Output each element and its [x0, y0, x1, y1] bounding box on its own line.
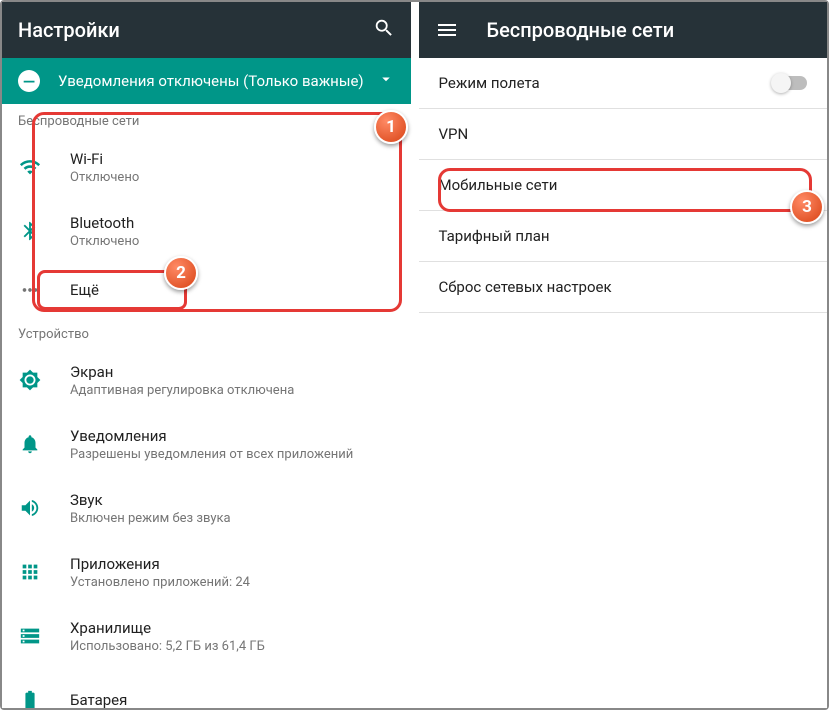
divider: [419, 312, 828, 313]
display-sub: Адаптивная регулировка отключена: [70, 383, 395, 398]
bluetooth-item[interactable]: Bluetooth Отключено: [2, 199, 411, 263]
more-item[interactable]: Ещё: [2, 263, 411, 317]
more-title: Ещё: [70, 281, 395, 299]
bell-icon: [18, 432, 42, 456]
apps-title: Приложения: [70, 555, 395, 573]
plan-title: Тарифный план: [439, 227, 808, 245]
search-icon[interactable]: [373, 17, 395, 43]
sound-title: Звук: [70, 491, 395, 509]
vpn-item[interactable]: VPN: [419, 109, 828, 159]
apps-icon: [18, 560, 42, 584]
bluetooth-title: Bluetooth: [70, 214, 395, 232]
notifications-sub: Разрешены уведомления от всех приложений: [70, 447, 395, 462]
notifications-title: Уведомления: [70, 427, 395, 445]
reset-title: Сброс сетевых настроек: [439, 278, 808, 296]
callout-1: 1: [374, 110, 408, 144]
storage-sub: Использовано: 5,2 ГБ из 61,4 ГБ: [70, 639, 395, 654]
airplane-toggle[interactable]: [773, 76, 807, 90]
sound-sub: Включен режим без звука: [70, 511, 395, 526]
settings-appbar: Настройки: [2, 2, 411, 58]
display-title: Экран: [70, 363, 395, 381]
mobile-title: Мобильные сети: [439, 176, 808, 194]
section-wireless: Беспроводные сети: [2, 104, 411, 135]
menu-icon[interactable]: [435, 18, 459, 42]
wireless-appbar: Беспроводные сети: [419, 2, 828, 58]
data-plan-item[interactable]: Тарифный план: [419, 211, 828, 261]
wireless-title: Беспроводные сети: [487, 18, 812, 42]
storage-item[interactable]: Хранилище Использовано: 5,2 ГБ из 61,4 Г…: [2, 604, 411, 668]
storage-icon: [18, 624, 42, 648]
storage-title: Хранилище: [70, 619, 395, 637]
battery-icon: [18, 688, 42, 708]
battery-title: Батарея: [70, 691, 395, 708]
display-item[interactable]: Экран Адаптивная регулировка отключена: [2, 348, 411, 412]
mobile-networks-item[interactable]: Мобильные сети: [419, 160, 828, 210]
settings-title: Настройки: [18, 18, 373, 42]
callout-2: 2: [164, 256, 198, 290]
more-icon: [18, 278, 42, 302]
brightness-icon: [18, 368, 42, 392]
apps-sub: Установлено приложений: 24: [70, 575, 395, 590]
notifications-banner[interactable]: — Уведомления отключены (Только важные): [2, 58, 411, 104]
minus-icon: —: [18, 70, 40, 92]
network-reset-item[interactable]: Сброс сетевых настроек: [419, 262, 828, 312]
banner-text: Уведомления отключены (Только важные): [58, 72, 377, 90]
notifications-item[interactable]: Уведомления Разрешены уведомления от все…: [2, 412, 411, 476]
wifi-icon: [18, 155, 42, 179]
wifi-sub: Отключено: [70, 170, 395, 185]
volume-icon: [18, 496, 42, 520]
wifi-item[interactable]: Wi-Fi Отключено: [2, 135, 411, 199]
airplane-title: Режим полета: [439, 74, 774, 92]
chevron-down-icon: [377, 70, 395, 92]
sound-item[interactable]: Звук Включен режим без звука: [2, 476, 411, 540]
battery-item[interactable]: Батарея: [2, 668, 411, 708]
airplane-item[interactable]: Режим полета: [419, 58, 828, 108]
callout-3: 3: [790, 190, 824, 224]
bluetooth-icon: [18, 219, 42, 243]
apps-item[interactable]: Приложения Установлено приложений: 24: [2, 540, 411, 604]
vpn-title: VPN: [439, 125, 808, 143]
section-device: Устройство: [2, 317, 411, 348]
bluetooth-sub: Отключено: [70, 234, 395, 249]
wifi-title: Wi-Fi: [70, 150, 395, 168]
